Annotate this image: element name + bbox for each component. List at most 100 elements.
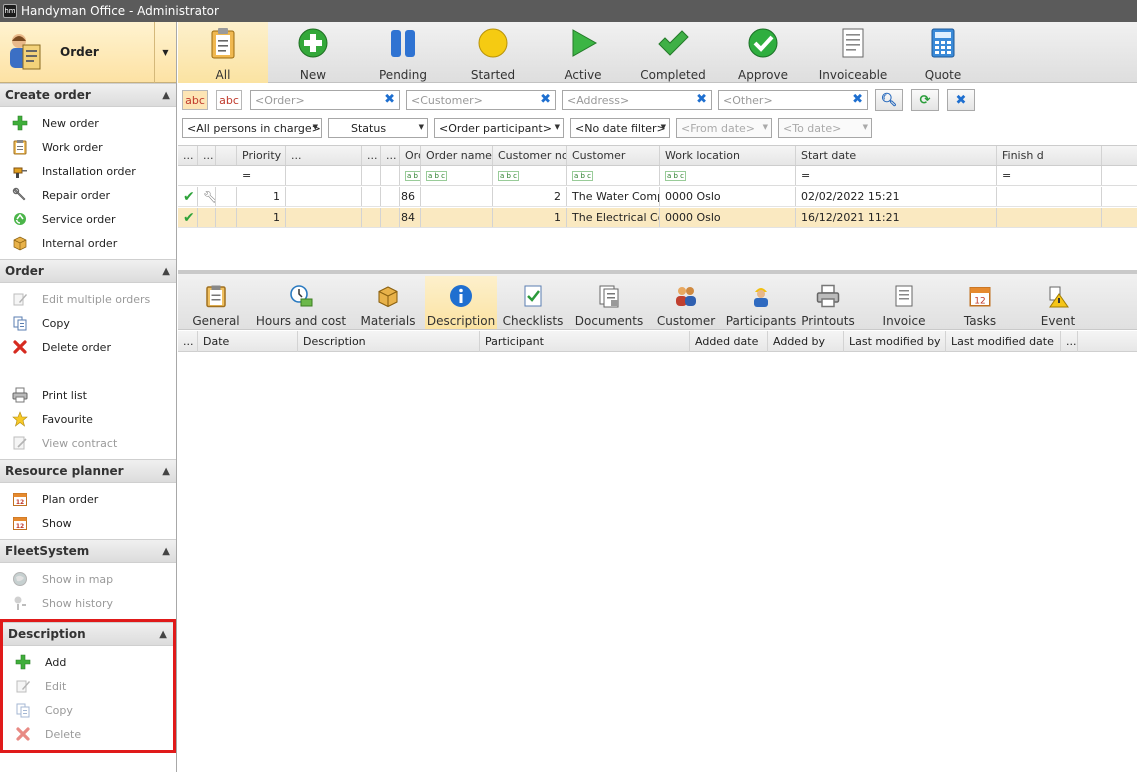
column-header[interactable]: ... <box>1061 331 1078 352</box>
filter-cell[interactable]: = <box>237 166 286 185</box>
tab-description[interactable]: Description <box>425 276 497 329</box>
sidebar-item-delete-order[interactable]: Delete order <box>0 335 176 359</box>
column-header[interactable]: ... <box>198 146 216 165</box>
tab-checklists[interactable]: Checklists <box>497 276 569 329</box>
refresh-button[interactable]: ⟳ <box>911 89 939 111</box>
tab-invoice[interactable]: Invoice <box>864 276 944 329</box>
filter-cell[interactable] <box>362 166 381 185</box>
column-header[interactable]: Start date <box>796 146 997 165</box>
chevron-up-icon[interactable]: ▲ <box>162 466 170 477</box>
column-header[interactable]: Description <box>298 331 480 352</box>
date-filter-select[interactable]: <No date filter> ▼ <box>570 118 670 138</box>
toolbar-button-active[interactable]: Active <box>538 22 628 83</box>
toolbar-button-quote[interactable]: Quote <box>898 22 988 83</box>
sidebar-item-print-list[interactable]: Print list <box>0 383 176 407</box>
order-module-selector[interactable]: Order ▼ <box>0 22 176 83</box>
search-button[interactable]: 🔍︎ <box>875 89 903 111</box>
to-date-input[interactable]: <To date> ▼ <box>778 118 872 138</box>
tab-participants[interactable]: Participants <box>725 276 797 329</box>
column-header[interactable]: ... <box>286 146 362 165</box>
tab-general[interactable]: General <box>180 276 252 329</box>
chevron-up-icon[interactable]: ▲ <box>162 90 170 101</box>
column-header[interactable]: Last modified date <box>946 331 1061 352</box>
sidebar-item-service-order[interactable]: Service order <box>0 207 176 231</box>
abc-toggle-2[interactable]: abc <box>216 90 242 110</box>
tab-tasks[interactable]: 12 Tasks <box>944 276 1016 329</box>
toolbar-button-invoiceable[interactable]: Invoiceable <box>808 22 898 83</box>
table-row[interactable]: ✔ 🔧︎ 1 86 2The Water Company0000 Oslo02/02/2… <box>178 187 1137 207</box>
column-header[interactable]: Work location <box>660 146 796 165</box>
column-header[interactable]: Added date <box>690 331 768 352</box>
toolbar-button-approve[interactable]: Approve <box>718 22 808 83</box>
sidebar-item-internal-order[interactable]: Internal order <box>0 231 176 255</box>
clear-filters-button[interactable]: ✖ <box>947 89 975 111</box>
column-header[interactable]: Order n... <box>400 146 421 165</box>
tab-materials[interactable]: Materials <box>352 276 424 329</box>
column-header[interactable]: ... <box>178 146 198 165</box>
chevron-up-icon[interactable]: ▲ <box>162 266 170 277</box>
sidebar-item-work-order[interactable]: Work order <box>0 135 176 159</box>
tab-customer[interactable]: Customer <box>650 276 722 329</box>
column-header[interactable]: Priority <box>237 146 286 165</box>
filter-cell[interactable]: a b c <box>400 166 421 185</box>
sidebar-item-add[interactable]: Add <box>3 650 173 674</box>
abc-toggle-1[interactable]: abc <box>182 90 208 110</box>
column-header[interactable]: ... <box>178 331 198 352</box>
column-header[interactable] <box>216 146 237 165</box>
filter-cell[interactable] <box>381 166 400 185</box>
section-header[interactable]: FleetSystem ▲ <box>0 539 176 563</box>
column-header[interactable]: Finish d <box>997 146 1102 165</box>
tab-printouts[interactable]: Printouts <box>792 276 864 329</box>
sidebar-item-repair-order[interactable]: Repair order <box>0 183 176 207</box>
column-header[interactable]: Order name <box>421 146 493 165</box>
section-header[interactable]: Create order ▲ <box>0 83 176 107</box>
tab-hours-and-cost[interactable]: Hours and cost <box>254 276 348 329</box>
column-header[interactable]: Date <box>198 331 298 352</box>
filter-cell[interactable]: a b c <box>421 166 493 185</box>
address-filter-input[interactable]: <Address> ✖ <box>562 90 712 110</box>
toolbar-button-completed[interactable]: Completed <box>628 22 718 83</box>
column-header[interactable]: Customer no. <box>493 146 567 165</box>
section-header[interactable]: Resource planner ▲ <box>0 459 176 483</box>
customer-filter-input[interactable]: <Customer> ✖ <box>406 90 556 110</box>
sidebar-item-copy[interactable]: Copy <box>0 311 176 335</box>
clear-icon[interactable]: ✖ <box>540 93 551 107</box>
from-date-input[interactable]: <From date> ▼ <box>676 118 772 138</box>
column-header[interactable]: Customer <box>567 146 660 165</box>
sidebar-item-favourite[interactable]: Favourite <box>0 407 176 431</box>
clear-icon[interactable]: ✖ <box>696 93 707 107</box>
filter-cell[interactable]: a b c <box>660 166 796 185</box>
column-header[interactable]: ... <box>362 146 381 165</box>
sidebar-item-installation-order[interactable]: Installation order <box>0 159 176 183</box>
other-filter-input[interactable]: <Other> ✖ <box>718 90 868 110</box>
clear-icon[interactable]: ✖ <box>852 93 863 107</box>
sidebar-item-plan-order[interactable]: 12 Plan order <box>0 487 176 511</box>
column-header[interactable]: ... <box>381 146 400 165</box>
toolbar-button-pending[interactable]: Pending <box>358 22 448 83</box>
module-dropdown-button[interactable]: ▼ <box>154 22 176 83</box>
status-select[interactable]: Status ▼ <box>328 118 428 138</box>
filter-cell[interactable]: a b c <box>493 166 567 185</box>
toolbar-button-new[interactable]: New <box>268 22 358 83</box>
sidebar-item-show[interactable]: 12 Show <box>0 511 176 535</box>
toolbar-button-started[interactable]: Started <box>448 22 538 83</box>
filter-cell[interactable]: a b c <box>567 166 660 185</box>
chevron-up-icon[interactable]: ▲ <box>159 629 167 640</box>
column-header[interactable]: Last modified by <box>844 331 946 352</box>
column-header[interactable]: Participant <box>480 331 690 352</box>
filter-cell[interactable]: = <box>997 166 1102 185</box>
persons-in-charge-select[interactable]: <All persons in charge> ▼ <box>182 118 322 138</box>
chevron-up-icon[interactable]: ▲ <box>162 546 170 557</box>
table-row[interactable]: ✔1841The Electrical Company0000 Oslo16/1… <box>178 208 1137 228</box>
tab-documents[interactable]: Documents <box>570 276 648 329</box>
tab-event[interactable]: Event <box>1022 276 1094 329</box>
section-header[interactable]: Order ▲ <box>0 259 176 283</box>
order-participant-select[interactable]: <Order participant> ▼ <box>434 118 564 138</box>
filter-cell[interactable] <box>286 166 362 185</box>
order-filter-input[interactable]: <Order> ✖ <box>250 90 400 110</box>
section-header[interactable]: Description ▲ <box>3 622 173 646</box>
filter-cell[interactable]: = <box>796 166 997 185</box>
column-header[interactable]: Added by <box>768 331 844 352</box>
sidebar-item-new-order[interactable]: New order <box>0 111 176 135</box>
clear-icon[interactable]: ✖ <box>384 93 395 107</box>
